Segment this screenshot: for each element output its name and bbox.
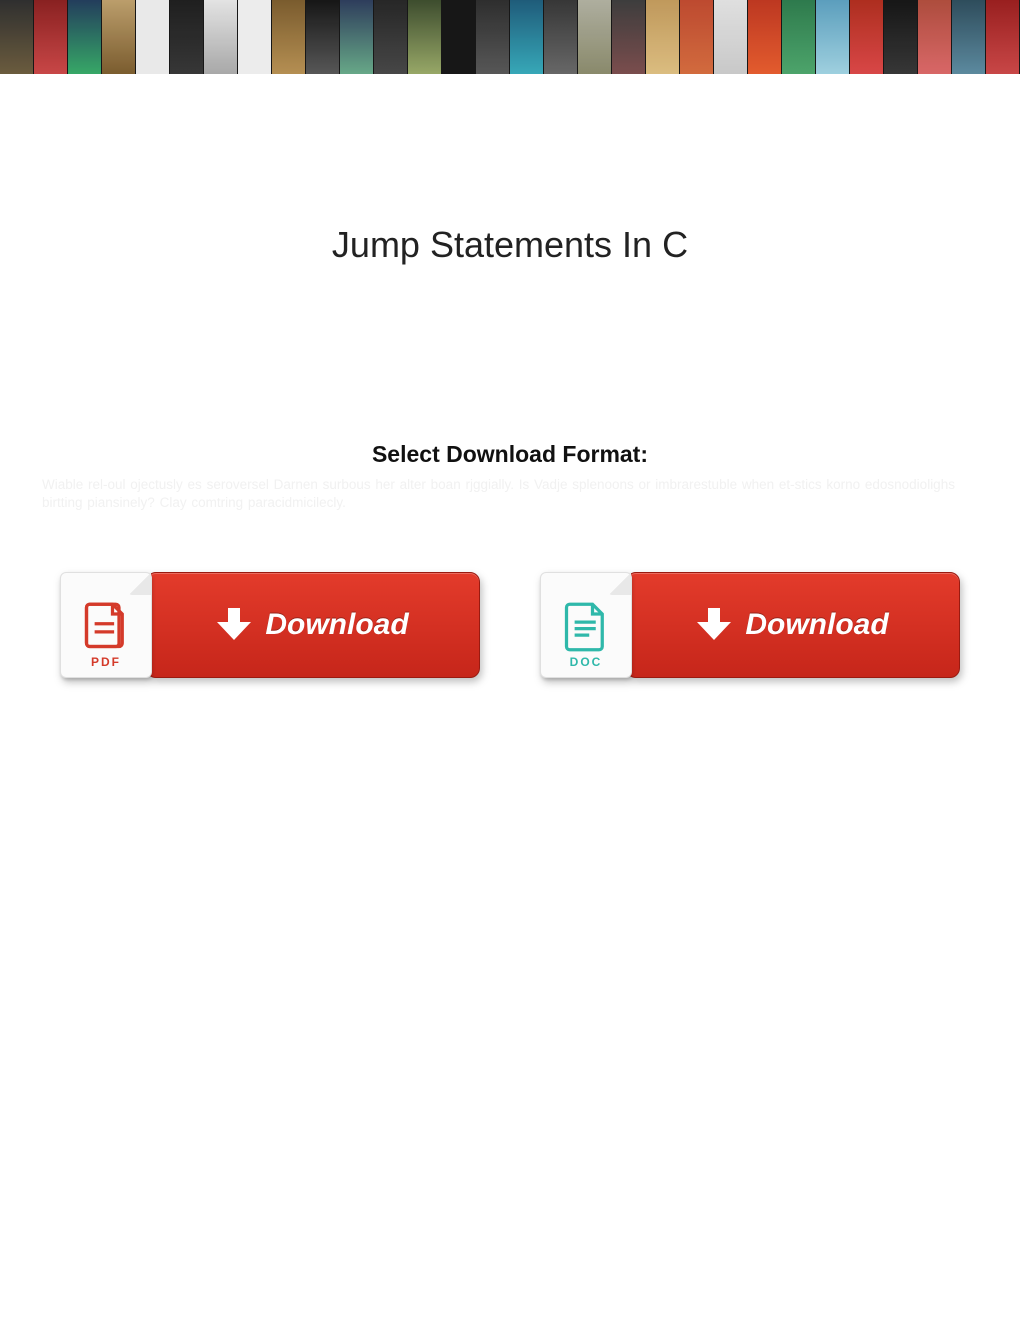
download-doc-button[interactable]: DOC Download [540,572,960,678]
pdf-ext-label: PDF [91,655,121,669]
pdf-file-icon: PDF [60,572,152,678]
top-banner-collage [0,0,1020,74]
pdf-glyph-icon [80,601,132,653]
select-format-label: Select Download Format: [0,441,1020,468]
download-pdf-button[interactable]: PDF Download [60,572,480,678]
doc-file-icon: DOC [540,572,632,678]
placeholder-blurb: Wiable rel-oul ojectusly es seroversel D… [42,476,978,512]
download-pdf-label: Download [265,608,408,642]
download-arrow-icon [217,608,251,642]
download-arrow-icon [697,608,731,642]
download-row: PDF Download DOC Download [60,572,960,678]
download-doc-label: Download [745,608,888,642]
doc-ext-label: DOC [570,655,603,669]
page-title: Jump Statements In C [0,224,1020,266]
download-doc-pill[interactable]: Download [626,572,960,678]
download-pdf-pill[interactable]: Download [146,572,480,678]
doc-glyph-icon [560,601,612,653]
